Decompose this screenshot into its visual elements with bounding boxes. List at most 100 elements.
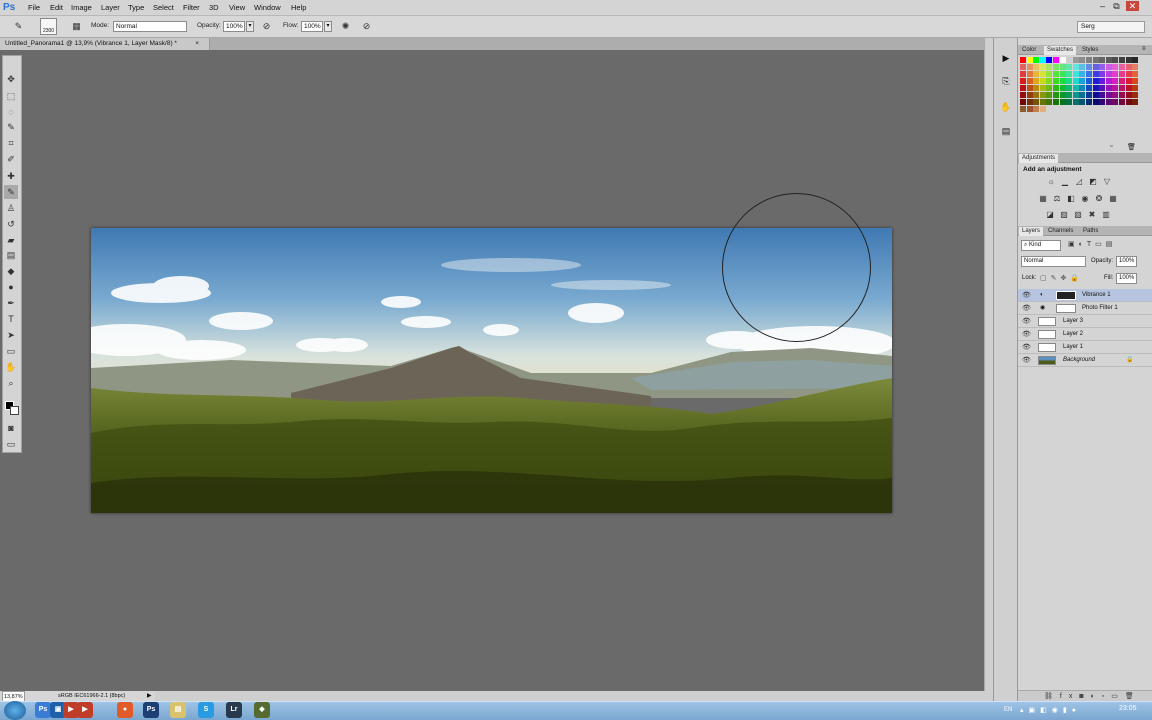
swatch[interactable] xyxy=(1033,71,1040,77)
blend-mode-select[interactable]: Normal xyxy=(1021,256,1086,267)
layer-row-background[interactable]: 👁 Background 🔒 xyxy=(1018,354,1152,367)
swatch[interactable] xyxy=(1105,92,1112,98)
swatch[interactable] xyxy=(1020,78,1026,84)
swatch[interactable] xyxy=(1105,57,1112,63)
brush-panel-icon[interactable]: ▦ xyxy=(70,20,83,33)
swatch[interactable] xyxy=(1039,92,1046,98)
layer-filter-icons[interactable]: ▣◐T▭▤ xyxy=(1068,240,1138,248)
gradient-tool-icon[interactable]: ▤ xyxy=(4,248,18,262)
airbrush-icon[interactable]: ✺ xyxy=(339,20,352,33)
swatch[interactable] xyxy=(1112,99,1119,105)
swatch[interactable] xyxy=(1053,92,1059,98)
menu-image[interactable]: Image xyxy=(71,3,92,12)
minimize-button[interactable]: – xyxy=(1096,1,1109,11)
swatch[interactable] xyxy=(1092,92,1099,98)
swatch[interactable] xyxy=(1079,71,1086,77)
swatch[interactable] xyxy=(1059,85,1066,91)
swatch[interactable] xyxy=(1079,92,1086,98)
quick-selection-tool-icon[interactable]: ✎ xyxy=(4,120,18,134)
hue-saturation-icon[interactable]: ▦ xyxy=(1038,194,1048,204)
swatch[interactable] xyxy=(1033,57,1040,63)
pressure-size-icon[interactable]: ⊘ xyxy=(360,20,373,33)
hand-tool-icon[interactable]: ✋ xyxy=(4,360,18,374)
taskbar-ps-icon[interactable]: Ps xyxy=(35,702,51,718)
swatch[interactable] xyxy=(1132,92,1139,98)
swatch[interactable] xyxy=(1020,71,1026,77)
layer-row-layer-3[interactable]: 👁 Layer 3 xyxy=(1018,315,1152,328)
swatch[interactable] xyxy=(1125,71,1132,77)
quick-mask-icon[interactable]: ◙ xyxy=(4,421,18,435)
swatch[interactable] xyxy=(1079,85,1086,91)
layer-row-photo-filter[interactable]: 👁 ◉ Photo Filter 1 xyxy=(1018,302,1152,315)
visibility-eye-icon[interactable]: 👁 xyxy=(1022,315,1031,328)
menu-layer[interactable]: Layer xyxy=(101,3,120,12)
swatch[interactable] xyxy=(1053,78,1059,84)
taskbar-app-icon[interactable]: ◆ xyxy=(254,702,270,718)
mode-select[interactable]: Normal xyxy=(113,21,187,32)
restore-button[interactable]: ⧉ xyxy=(1110,1,1123,11)
lock-icons[interactable]: ▢✎✥🔒 xyxy=(1040,274,1083,282)
language-indicator[interactable]: EN xyxy=(1004,707,1012,713)
swatch[interactable] xyxy=(1026,78,1033,84)
swatch[interactable] xyxy=(1026,99,1033,105)
swatch[interactable] xyxy=(1132,106,1138,112)
swatch[interactable] xyxy=(1112,71,1119,77)
swatch[interactable] xyxy=(1046,64,1053,70)
swatch[interactable] xyxy=(1033,92,1040,98)
swatch[interactable] xyxy=(1046,106,1052,112)
threshold-icon[interactable]: ▧ xyxy=(1073,210,1083,220)
clone-stamp-tool-icon[interactable]: ♙ xyxy=(4,201,18,215)
swatch[interactable] xyxy=(1092,78,1099,84)
taskbar-photoshop-active-icon[interactable]: Ps xyxy=(143,702,159,718)
swatch[interactable] xyxy=(1026,92,1033,98)
swatch[interactable] xyxy=(1066,71,1073,77)
taskbar-media-icon[interactable]: ▶ xyxy=(77,702,93,718)
swatch[interactable] xyxy=(1072,71,1079,77)
flow-input[interactable]: 100% xyxy=(301,21,323,32)
layer-opacity-input[interactable]: 100% xyxy=(1116,256,1137,267)
swatch[interactable] xyxy=(1072,64,1079,70)
swatch[interactable] xyxy=(1099,99,1106,105)
visibility-eye-icon[interactable]: 👁 xyxy=(1022,341,1031,354)
levels-icon[interactable]: ▁ xyxy=(1060,177,1070,187)
swatch[interactable] xyxy=(1020,57,1026,63)
swatch[interactable] xyxy=(1132,78,1139,84)
swatch[interactable] xyxy=(1066,85,1073,91)
pen-tool-icon[interactable]: ✒ xyxy=(4,296,18,310)
opacity-input[interactable]: 100% xyxy=(223,21,245,32)
layers-panel-footer-icons[interactable]: ⛓fx◙◐▫▭🗑 xyxy=(1018,690,1152,701)
swatch[interactable] xyxy=(1079,106,1085,112)
tab-color[interactable]: Color xyxy=(1019,46,1039,55)
swatch[interactable] xyxy=(1072,99,1079,105)
swatch[interactable] xyxy=(1059,57,1066,63)
visibility-eye-icon[interactable]: 👁 xyxy=(1022,289,1031,302)
swatch[interactable] xyxy=(1053,85,1059,91)
swatch[interactable] xyxy=(1099,64,1106,70)
swatch[interactable] xyxy=(1086,78,1092,84)
swatch[interactable] xyxy=(1053,64,1059,70)
swatch[interactable] xyxy=(1092,64,1099,70)
close-tab-icon[interactable]: × xyxy=(195,38,199,50)
layer-row-vibrance[interactable]: 👁 ◐ Vibrance 1 xyxy=(1018,289,1152,302)
swatch[interactable] xyxy=(1112,85,1119,91)
swatch[interactable] xyxy=(1026,64,1033,70)
swatch[interactable] xyxy=(1066,57,1073,63)
swatch[interactable] xyxy=(1066,64,1073,70)
taskbar-explorer-icon[interactable]: ▤ xyxy=(170,702,186,718)
history-brush-tool-icon[interactable]: ↺ xyxy=(4,217,18,231)
swatch[interactable] xyxy=(1053,99,1059,105)
start-button[interactable] xyxy=(4,701,26,720)
background-color-swatch[interactable] xyxy=(10,406,19,415)
swatch[interactable] xyxy=(1086,85,1092,91)
swatch[interactable] xyxy=(1020,92,1026,98)
tab-styles[interactable]: Styles xyxy=(1079,46,1101,55)
photo-filter-icon[interactable]: ◉ xyxy=(1080,194,1090,204)
menu-select[interactable]: Select xyxy=(153,3,174,12)
swatch[interactable] xyxy=(1092,57,1099,63)
swatch[interactable] xyxy=(1026,57,1033,63)
swatch[interactable] xyxy=(1105,64,1112,70)
swatch[interactable] xyxy=(1086,106,1092,112)
taskbar-lightroom-icon[interactable]: Lr xyxy=(226,702,242,718)
swatch[interactable] xyxy=(1059,92,1066,98)
swatch[interactable] xyxy=(1093,106,1099,112)
